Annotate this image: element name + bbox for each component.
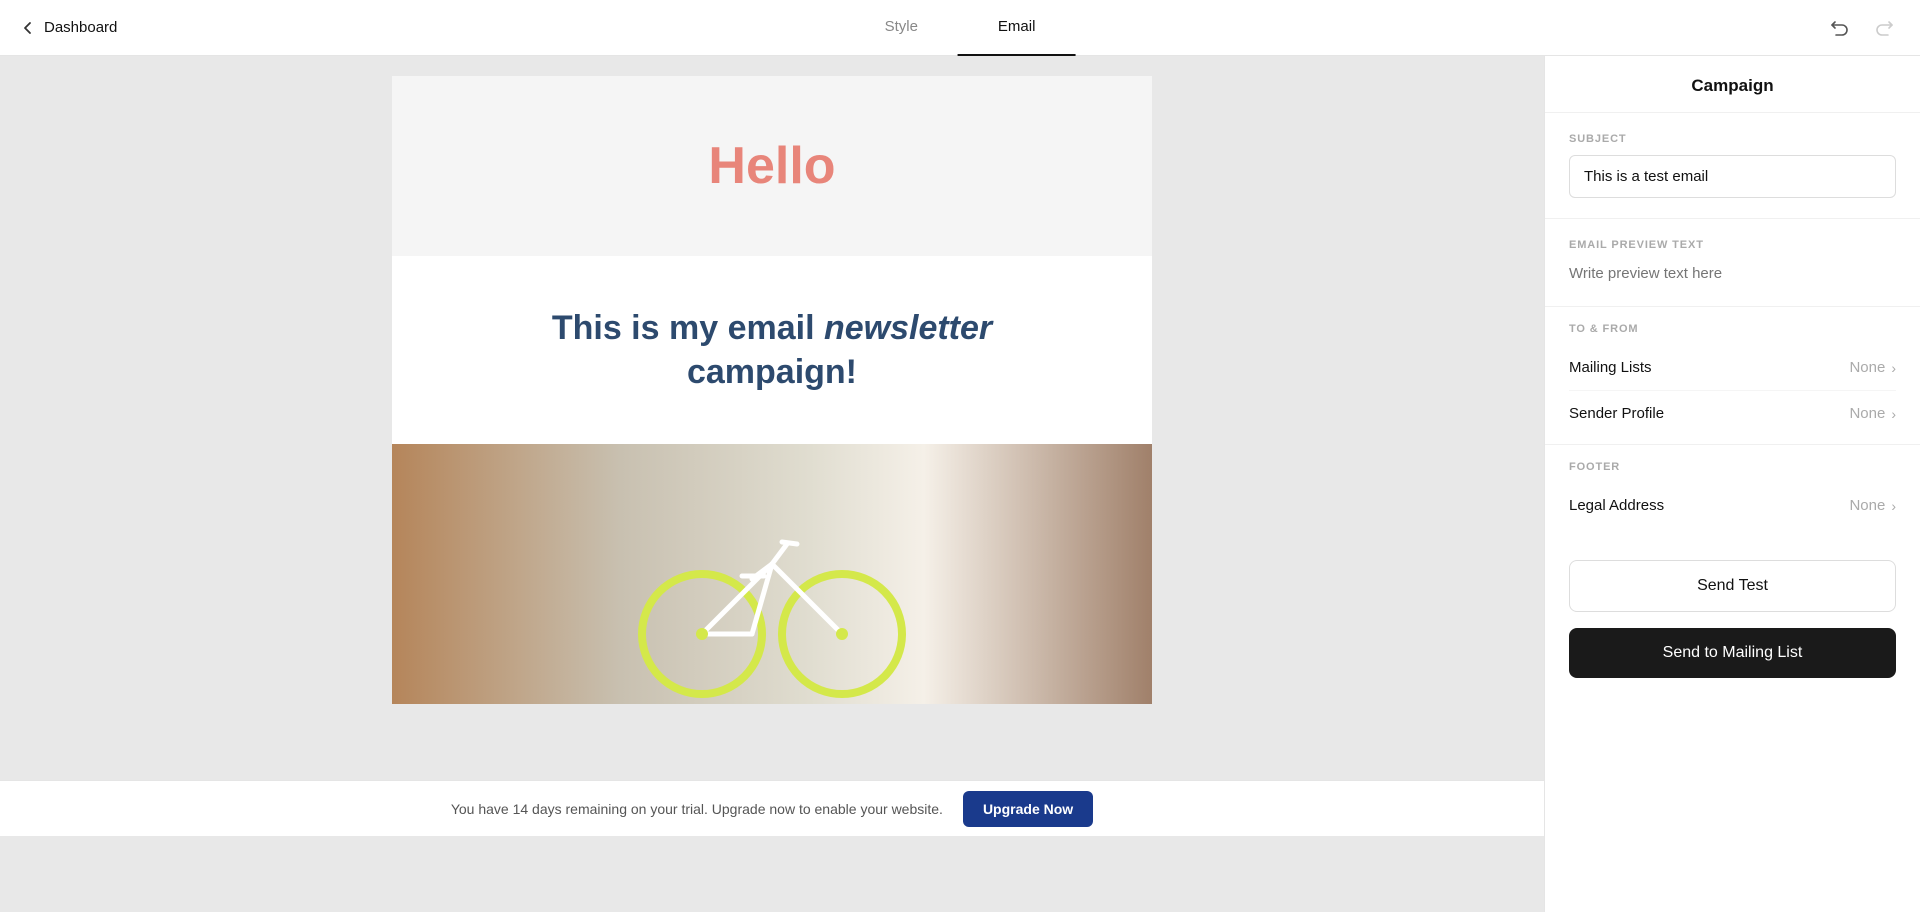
- trial-bar: You have 14 days remaining on your trial…: [0, 780, 1544, 836]
- email-header: Hello: [392, 76, 1152, 256]
- footer-section-header: FOOTER: [1545, 444, 1920, 483]
- dashboard-back-link[interactable]: Dashboard: [20, 19, 117, 36]
- subject-input[interactable]: [1569, 155, 1896, 198]
- mailing-lists-chevron: ›: [1891, 360, 1896, 376]
- legal-address-chevron: ›: [1891, 498, 1896, 514]
- undo-redo-actions: [1824, 13, 1900, 43]
- send-test-button[interactable]: Send Test: [1569, 560, 1896, 612]
- dashboard-label: Dashboard: [44, 19, 117, 36]
- mailing-lists-row[interactable]: Mailing Lists None ›: [1569, 345, 1896, 391]
- send-to-list-button[interactable]: Send to Mailing List: [1569, 628, 1896, 678]
- headline-text-2: campaign!: [687, 353, 857, 391]
- email-canvas: Hello This is my email newsletter campai…: [0, 56, 1544, 912]
- back-arrow-icon: [20, 20, 36, 36]
- legal-address-label: Legal Address: [1569, 497, 1664, 514]
- preview-text-label: EMAIL PREVIEW TEXT: [1569, 239, 1896, 251]
- headline-text-1: This is my email: [552, 309, 824, 347]
- to-from-label: TO & FROM: [1569, 323, 1896, 335]
- headline-italic: newsletter: [824, 309, 992, 347]
- tab-bar: Style Email: [845, 0, 1076, 56]
- trial-message: You have 14 days remaining on your trial…: [451, 801, 943, 817]
- topbar: Dashboard Style Email: [0, 0, 1920, 56]
- footer-rows: Legal Address None ›: [1545, 483, 1920, 544]
- mailing-lists-label: Mailing Lists: [1569, 359, 1652, 376]
- email-body: This is my email newsletter campaign!: [392, 256, 1152, 444]
- sender-profile-label: Sender Profile: [1569, 405, 1664, 422]
- email-preview-block: Hello This is my email newsletter campai…: [392, 76, 1152, 704]
- sender-profile-row[interactable]: Sender Profile None ›: [1569, 391, 1896, 436]
- campaign-sidebar: Campaign SUBJECT EMAIL PREVIEW TEXT TO &…: [1544, 56, 1920, 912]
- subject-section: SUBJECT: [1545, 113, 1920, 219]
- sender-profile-value: None ›: [1849, 405, 1896, 422]
- bike-illustration: [582, 464, 962, 704]
- to-from-rows: Mailing Lists None › Sender Profile None…: [1545, 345, 1920, 444]
- sender-profile-chevron: ›: [1891, 406, 1896, 422]
- legal-address-value: None ›: [1849, 497, 1896, 514]
- tab-style[interactable]: Style: [845, 0, 958, 56]
- tab-email[interactable]: Email: [958, 0, 1076, 56]
- image-placeholder: [392, 444, 1152, 704]
- upgrade-button[interactable]: Upgrade Now: [963, 791, 1093, 827]
- legal-address-row[interactable]: Legal Address None ›: [1569, 483, 1896, 528]
- undo-button[interactable]: [1824, 13, 1854, 43]
- preview-text-input[interactable]: [1569, 261, 1896, 286]
- preview-text-section: EMAIL PREVIEW TEXT: [1545, 219, 1920, 307]
- subject-label: SUBJECT: [1569, 133, 1896, 145]
- email-hello-text: Hello: [708, 136, 835, 196]
- mailing-lists-value: None ›: [1849, 359, 1896, 376]
- redo-button[interactable]: [1870, 13, 1900, 43]
- to-from-section-header: TO & FROM: [1545, 307, 1920, 345]
- email-image: [392, 444, 1152, 704]
- main-content: Hello This is my email newsletter campai…: [0, 56, 1920, 912]
- campaign-title: Campaign: [1545, 56, 1920, 113]
- email-headline: This is my email newsletter campaign!: [472, 306, 1072, 394]
- footer-label: FOOTER: [1569, 461, 1896, 473]
